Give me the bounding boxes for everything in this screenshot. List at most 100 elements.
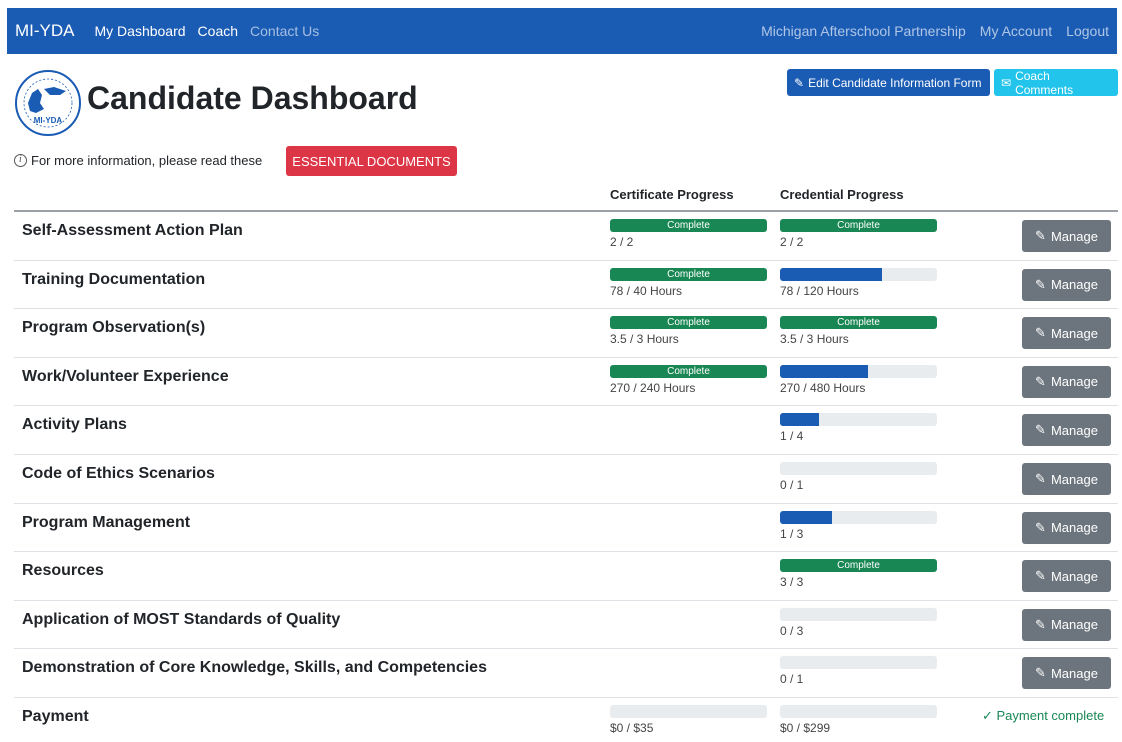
complete-label: Complete [667, 317, 710, 329]
row-label: Payment [22, 708, 89, 725]
edit-button-label: Edit Candidate Information Form [808, 75, 982, 90]
manage-button[interactable]: ✎ Manage [1022, 268, 1111, 301]
info-text: For more information, please read these [31, 153, 263, 168]
progress-fill [780, 364, 868, 378]
row-label: Work/Volunteer Experience [22, 367, 229, 385]
manage-button[interactable]: ✎ Manage [1022, 511, 1111, 544]
complete-label: Complete [667, 220, 710, 231]
credential-progress-text: 270 / 480 Hours [780, 380, 866, 395]
info-line: i For more information, please read thes… [14, 153, 262, 168]
payment-complete-status: ✓ Payment complete [982, 708, 1104, 724]
page-title: Candidate Dashboard [87, 80, 418, 116]
credential-progress-text: 0 / 1 [780, 478, 804, 492]
credential-progress-text: 0 / 1 [780, 672, 804, 687]
table-row: Training Documentation Complete 78 / 40 Ho… [14, 261, 1118, 310]
credential-progress-bar [780, 413, 937, 427]
credential-progress-text: $0 / $299 [780, 721, 831, 735]
edit-icon: ✎ [1035, 616, 1046, 632]
table-row: Activity Plans 1 / 4 ✎ Manage [14, 406, 1118, 455]
credential-progress-text: 2 / 2 [780, 235, 804, 249]
manage-button[interactable]: ✎ Manage [1022, 560, 1111, 593]
brand-link[interactable]: MI-YDA [15, 21, 75, 41]
edit-icon: ✎ [1035, 519, 1046, 535]
nav-my-account[interactable]: My Account [980, 23, 1052, 39]
row-label: Code of Ethics Scenarios [22, 465, 215, 482]
manage-button[interactable]: ✎ Manage [1022, 317, 1111, 350]
credential-progress-bar: Complete [780, 219, 937, 232]
envelope-icon: ✉ [1001, 75, 1012, 90]
coach-comments-button[interactable]: ✉ Coach Comments [994, 68, 1118, 97]
mi-yda-logo: MI-YDA [15, 70, 81, 136]
nav-contact-us[interactable]: Contact Us [250, 23, 319, 39]
manage-button[interactable]: ✎ Manage [1022, 657, 1111, 690]
essential-documents-button[interactable]: ESSENTIAL DOCUMENTS [286, 146, 457, 176]
manage-button[interactable]: ✎ Manage [1022, 463, 1111, 495]
edit-icon: ✎ [794, 75, 805, 90]
certificate-progress-text: 2 / 2 [610, 235, 634, 249]
nav-my-dashboard[interactable]: My Dashboard [95, 23, 186, 39]
certificate-progress-bar [610, 705, 767, 718]
credential-progress-bar [780, 267, 937, 281]
info-circle-icon: i [14, 154, 27, 167]
row-label: Application of MOST Standards of Quality [22, 610, 341, 628]
credential-progress-text: 78 / 120 Hours [780, 283, 859, 298]
edit-icon: ✎ [1035, 422, 1046, 438]
certificate-progress-text: 3.5 / 3 Hours [610, 332, 679, 347]
manage-label: Manage [1050, 325, 1098, 341]
complete-label: Complete [837, 220, 880, 231]
manage-button[interactable]: ✎ Manage [1022, 220, 1111, 252]
complete-label: Complete [837, 317, 880, 329]
credential-progress-text: 0 / 3 [780, 623, 804, 638]
row-label: Program Observation(s) [22, 319, 206, 337]
certificate-progress-bar: Complete [610, 267, 767, 281]
table-row: Work/Volunteer Experience Complete 270 / 2… [14, 358, 1118, 407]
edit-candidate-information-button[interactable]: ✎ Edit Candidate Information Form [787, 69, 990, 96]
row-label: Training Documentation [22, 270, 206, 288]
credential-progress-bar [780, 656, 937, 670]
svg-text:MI-YDA: MI-YDA [34, 116, 63, 125]
nav-michigan-afterschool-partnership[interactable]: Michigan Afterschool Partnership [761, 23, 966, 39]
edit-icon: ✎ [1035, 276, 1046, 292]
complete-label: Complete [837, 560, 880, 572]
check-icon: ✓ [982, 708, 997, 723]
manage-button[interactable]: ✎ Manage [1022, 414, 1111, 447]
edit-icon: ✎ [1035, 325, 1046, 341]
row-label: Self-Assessment Action Plan [22, 222, 243, 239]
edit-icon: ✎ [1035, 228, 1046, 243]
edit-icon: ✎ [1035, 373, 1046, 389]
credential-progress-bar [780, 364, 937, 378]
credential-progress-text: 1 / 4 [780, 429, 804, 444]
credential-progress-bar: Complete [780, 316, 937, 330]
navbar: MI-YDA My Dashboard Coach Contact Us Mic… [7, 8, 1117, 54]
progress-fill [780, 510, 832, 524]
manage-button[interactable]: ✎ Manage [1022, 365, 1111, 398]
row-label: Activity Plans [22, 416, 127, 434]
manage-button[interactable]: ✎ Manage [1022, 608, 1111, 641]
certificate-progress-bar: Complete [610, 316, 767, 330]
certificate-progress-header: Certificate Progress [610, 187, 734, 202]
row-label: Resources [22, 562, 104, 580]
certificate-progress-text: $0 / $35 [610, 721, 654, 735]
manage-label: Manage [1050, 277, 1098, 293]
coach-button-label: Coach Comments [1015, 68, 1074, 97]
credential-progress-bar: Complete [780, 559, 937, 573]
manage-label: Manage [1050, 520, 1098, 536]
nav-coach[interactable]: Coach [198, 23, 238, 39]
row-label: Program Management [22, 513, 191, 531]
manage-label: Manage [1050, 374, 1098, 390]
nav-right: Michigan Afterschool Partnership My Acco… [747, 23, 1109, 39]
table-row: Self-Assessment Action Plan Complete 2 / 2… [14, 212, 1118, 261]
table-row: Code of Ethics Scenarios 0 / 1 ✎ Manage [14, 455, 1118, 504]
complete-label: Complete [667, 268, 710, 280]
certificate-progress-bar: Complete [610, 364, 767, 378]
progress-fill [780, 267, 883, 281]
nav-logout[interactable]: Logout [1066, 23, 1109, 39]
edit-icon: ✎ [1035, 471, 1046, 486]
credential-progress-text: 3 / 3 [780, 575, 804, 590]
table-row: Resources Complete 3 / 3 ✎ Manage [14, 552, 1118, 601]
table-row: Payment $0 / $35 $0 / $299 ✓ Payment comple… [14, 698, 1118, 742]
row-label: Demonstration of Core Knowledge, Skills,… [22, 659, 487, 677]
credential-progress-bar [780, 607, 937, 621]
manage-label: Manage [1050, 568, 1098, 584]
manage-label: Manage [1050, 471, 1098, 487]
